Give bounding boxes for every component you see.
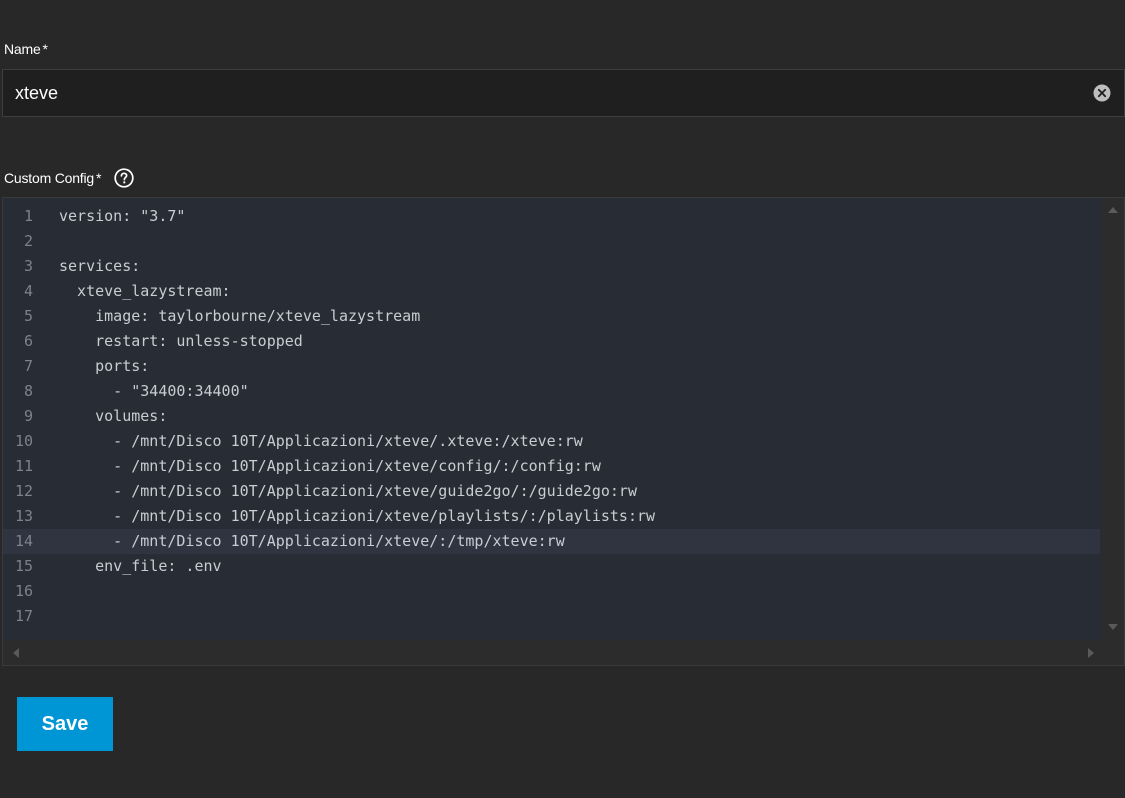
code-line[interactable]: 13 - /mnt/Disco 10T/Applicazioni/xteve/p… — [3, 504, 1100, 529]
custom-config-label: Custom Config * — [4, 166, 134, 190]
custom-config-label-text: Custom Config — [4, 170, 94, 186]
code-line[interactable]: 12 - /mnt/Disco 10T/Applicazioni/xteve/g… — [3, 479, 1100, 504]
code-line[interactable]: 8 - "34400:34400" — [3, 379, 1100, 404]
name-field[interactable] — [2, 69, 1125, 117]
scroll-down-icon[interactable] — [1108, 624, 1118, 630]
line-content[interactable]: version: "3.7" — [59, 204, 185, 229]
line-content[interactable]: services: — [59, 254, 140, 279]
line-number: 11 — [14, 457, 33, 475]
line-content[interactable]: xteve_lazystream: — [59, 279, 231, 304]
line-content[interactable]: image: taylorbourne/xteve_lazystream — [59, 304, 420, 329]
save-button[interactable]: Save — [17, 697, 113, 751]
code-line[interactable]: 4 xteve_lazystream: — [3, 279, 1100, 304]
line-number: 14 — [14, 532, 33, 550]
name-input[interactable] — [15, 70, 1075, 116]
name-required-mark: * — [42, 41, 48, 57]
code-line[interactable]: 5 image: taylorbourne/xteve_lazystream — [3, 304, 1100, 329]
line-number: 3 — [23, 257, 33, 275]
scroll-left-icon[interactable] — [13, 648, 19, 658]
code-line[interactable]: 7 ports: — [3, 354, 1100, 379]
line-number: 4 — [23, 282, 33, 300]
line-content[interactable]: restart: unless-stopped — [59, 329, 303, 354]
line-number: 17 — [14, 607, 33, 625]
horizontal-scrollbar[interactable] — [3, 640, 1124, 665]
code-line[interactable]: 15 env_file: .env — [3, 554, 1100, 579]
code-line[interactable]: 6 restart: unless-stopped — [3, 329, 1100, 354]
line-content[interactable]: ports: — [59, 354, 149, 379]
line-content[interactable]: env_file: .env — [59, 554, 221, 579]
vertical-scrollbar[interactable] — [1102, 198, 1124, 640]
line-content[interactable]: - /mnt/Disco 10T/Applicazioni/xteve/play… — [59, 504, 655, 529]
line-number: 1 — [23, 207, 33, 225]
name-label-text: Name — [4, 41, 41, 57]
code-line[interactable]: 2 — [3, 229, 1100, 254]
line-content[interactable]: - /mnt/Disco 10T/Applicazioni/xteve/conf… — [59, 454, 601, 479]
code-line[interactable]: 14 - /mnt/Disco 10T/Applicazioni/xteve/:… — [3, 529, 1100, 554]
line-number: 10 — [14, 432, 33, 450]
code-line[interactable]: 11 - /mnt/Disco 10T/Applicazioni/xteve/c… — [3, 454, 1100, 479]
line-content[interactable]: volumes: — [59, 404, 167, 429]
line-number: 2 — [23, 232, 33, 250]
line-number: 13 — [14, 507, 33, 525]
line-number: 9 — [23, 407, 33, 425]
line-number: 8 — [23, 382, 33, 400]
line-number: 7 — [23, 357, 33, 375]
line-content[interactable]: - /mnt/Disco 10T/Applicazioni/xteve/guid… — [59, 479, 637, 504]
line-number: 12 — [14, 482, 33, 500]
line-content[interactable]: - /mnt/Disco 10T/Applicazioni/xteve/:/tm… — [59, 529, 565, 554]
code-line[interactable]: 9 volumes: — [3, 404, 1100, 429]
code-area[interactable]: 1 version: "3.7" 2 3 services: 4 xteve_lazyst… — [3, 198, 1100, 640]
code-line[interactable]: 17 — [3, 604, 1100, 629]
line-number: 6 — [23, 332, 33, 350]
clear-icon[interactable] — [1093, 84, 1111, 102]
line-number: 16 — [14, 582, 33, 600]
line-content[interactable]: - /mnt/Disco 10T/Applicazioni/xteve/.xte… — [59, 429, 583, 454]
scroll-up-icon[interactable] — [1108, 207, 1118, 213]
name-label: Name * — [4, 40, 48, 58]
code-editor[interactable]: 1 version: "3.7" 2 3 services: 4 xteve_lazyst… — [2, 197, 1125, 666]
code-line[interactable]: 16 — [3, 579, 1100, 604]
line-number: 15 — [14, 557, 33, 575]
code-line[interactable]: 10 - /mnt/Disco 10T/Applicazioni/xteve/.… — [3, 429, 1100, 454]
code-line[interactable]: 1 version: "3.7" — [3, 204, 1100, 229]
scroll-right-icon[interactable] — [1088, 648, 1094, 658]
line-number: 5 — [23, 307, 33, 325]
code-line[interactable]: 3 services: — [3, 254, 1100, 279]
line-content[interactable]: - "34400:34400" — [59, 379, 248, 404]
help-icon[interactable] — [114, 168, 134, 188]
custom-config-required-mark: * — [96, 170, 102, 186]
